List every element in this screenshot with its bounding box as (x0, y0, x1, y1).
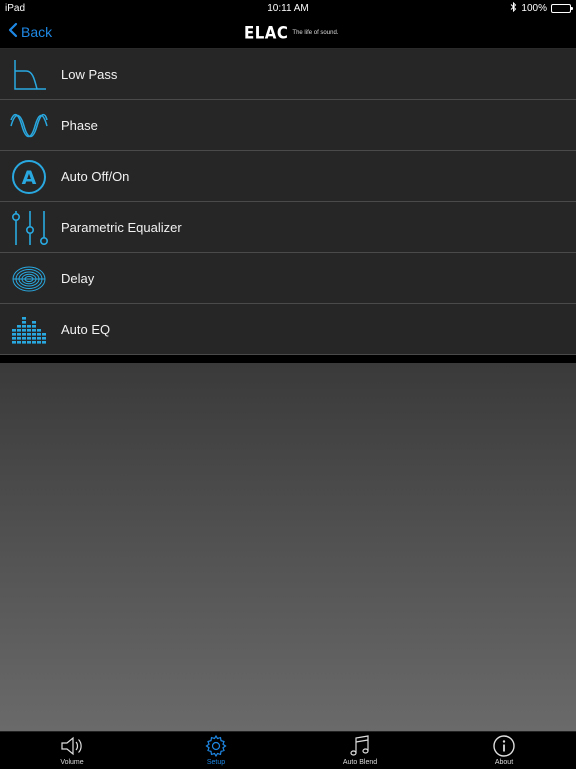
navigation-bar: Back ELAC The life of sound. (0, 16, 576, 49)
setup-item-label: Auto Off/On (61, 168, 130, 184)
tab-auto-blend[interactable]: Auto Blend (288, 732, 432, 769)
logo-brand: ELAC (244, 23, 289, 43)
setup-list: Low Pass Phase A Auto Off/On Parametric … (0, 49, 576, 355)
auto-icon: A (10, 159, 48, 195)
chevron-left-icon (8, 22, 18, 41)
auto-eq-icon (10, 312, 48, 348)
setup-item-label: Low Pass (61, 66, 118, 82)
setup-item-label: Auto EQ (61, 321, 111, 337)
content-background (0, 363, 576, 731)
svg-text:A: A (22, 167, 37, 189)
setup-item-label: Delay (61, 270, 95, 286)
setup-item-low-pass[interactable]: Low Pass (0, 49, 576, 100)
low-pass-icon (10, 57, 48, 93)
speaker-icon (60, 734, 84, 758)
setup-item-auto-eq[interactable]: Auto EQ (0, 304, 576, 355)
status-bar: iPad 10:11 AM 100% (0, 0, 576, 16)
status-right: 100% (510, 1, 573, 15)
tab-setup[interactable]: Setup (144, 732, 288, 769)
clock: 10:11 AM (267, 3, 309, 14)
phase-icon (10, 108, 48, 144)
setup-item-auto-off-on[interactable]: A Auto Off/On (0, 151, 576, 202)
setup-item-phase[interactable]: Phase (0, 100, 576, 151)
battery-percent: 100% (521, 3, 547, 14)
setup-item-label: Parametric Equalizer (61, 219, 182, 235)
logo-tagline: The life of sound. (292, 30, 339, 36)
elac-logo: ELAC The life of sound. (244, 23, 339, 43)
battery-icon (551, 4, 573, 13)
setup-item-parametric-equalizer[interactable]: Parametric Equalizer (0, 202, 576, 253)
bluetooth-icon (510, 1, 517, 15)
tab-label: About (494, 759, 514, 766)
tab-label: Auto Blend (342, 759, 378, 766)
back-label: Back (21, 23, 53, 40)
tab-volume[interactable]: Volume (0, 732, 144, 769)
tab-bar: Volume Setup Auto Blend About (0, 731, 576, 769)
setup-item-label: Phase (61, 117, 98, 133)
setup-item-delay[interactable]: Delay (0, 253, 576, 304)
tab-about[interactable]: About (432, 732, 576, 769)
delay-icon (10, 261, 48, 297)
gear-icon (204, 734, 228, 758)
tab-label: Volume (60, 759, 84, 766)
equalizer-sliders-icon (10, 210, 48, 246)
music-note-icon (348, 734, 372, 758)
info-icon (492, 734, 516, 758)
tab-label: Setup (206, 759, 226, 766)
back-button[interactable]: Back (8, 22, 52, 41)
